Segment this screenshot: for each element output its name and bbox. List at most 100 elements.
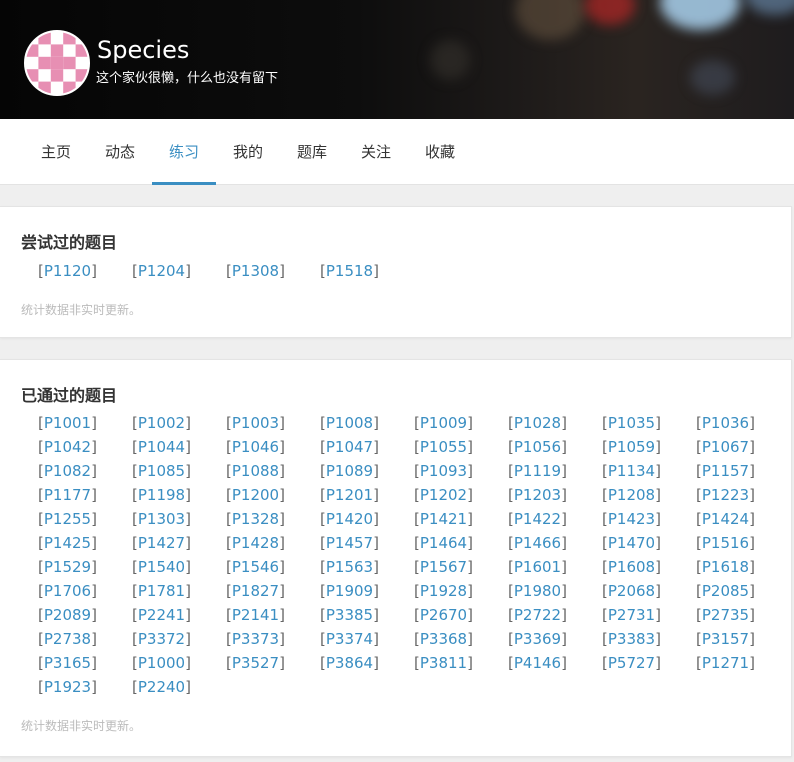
problem-id[interactable]: P1980	[514, 582, 561, 600]
problem-link[interactable]: [P1200]	[226, 483, 320, 507]
problem-link[interactable]: [P1271]	[696, 651, 790, 675]
problem-id[interactable]: P1082	[44, 462, 91, 480]
problem-link[interactable]: [P1608]	[602, 555, 696, 579]
tab-activity[interactable]: 动态	[88, 119, 152, 184]
problem-id[interactable]: P1085	[138, 462, 185, 480]
problem-id[interactable]: P1518	[326, 262, 373, 280]
problem-link[interactable]: [P1002]	[132, 411, 226, 435]
problem-id[interactable]: P1303	[138, 510, 185, 528]
problem-link[interactable]: [P2141]	[226, 603, 320, 627]
problem-id[interactable]: P1223	[702, 486, 749, 504]
problem-id[interactable]: P3383	[608, 630, 655, 648]
problem-id[interactable]: P3374	[326, 630, 373, 648]
problem-link[interactable]: [P1466]	[508, 531, 602, 555]
problem-id[interactable]: P1088	[232, 462, 279, 480]
problem-id[interactable]: P1035	[608, 414, 655, 432]
problem-link[interactable]: [P3383]	[602, 627, 696, 651]
problem-link[interactable]: [P1529]	[38, 555, 132, 579]
problem-id[interactable]: P4146	[514, 654, 561, 672]
problem-id[interactable]: P3385	[326, 606, 373, 624]
problem-id[interactable]: P1923	[44, 678, 91, 696]
problem-id[interactable]: P1909	[326, 582, 373, 600]
problem-id[interactable]: P1466	[514, 534, 561, 552]
problem-id[interactable]: P1001	[44, 414, 91, 432]
problem-id[interactable]: P1093	[420, 462, 467, 480]
problem-link[interactable]: [P3165]	[38, 651, 132, 675]
problem-link[interactable]: [P3374]	[320, 627, 414, 651]
problem-id[interactable]: P1618	[702, 558, 749, 576]
problem-link[interactable]: [P1177]	[38, 483, 132, 507]
problem-id[interactable]: P1119	[514, 462, 561, 480]
problem-link[interactable]: [P1223]	[696, 483, 790, 507]
problem-id[interactable]: P1000	[138, 654, 185, 672]
problem-id[interactable]: P1271	[702, 654, 749, 672]
problem-id[interactable]: P3864	[326, 654, 373, 672]
problem-link[interactable]: [P1255]	[38, 507, 132, 531]
problem-link[interactable]: [P1047]	[320, 435, 414, 459]
problem-id[interactable]: P3165	[44, 654, 91, 672]
problem-link[interactable]: [P3385]	[320, 603, 414, 627]
problem-link[interactable]: [P1422]	[508, 507, 602, 531]
problem-id[interactable]: P1457	[326, 534, 373, 552]
problem-link[interactable]: [P1563]	[320, 555, 414, 579]
problem-link[interactable]: [P1424]	[696, 507, 790, 531]
problem-id[interactable]: P1608	[608, 558, 655, 576]
problem-id[interactable]: P2738	[44, 630, 91, 648]
problem-link[interactable]: [P1909]	[320, 579, 414, 603]
problem-id[interactable]: P3369	[514, 630, 561, 648]
problem-id[interactable]: P1424	[702, 510, 749, 528]
problem-id[interactable]: P2670	[420, 606, 467, 624]
problem-link[interactable]: [P1001]	[38, 411, 132, 435]
problem-link[interactable]: [P1208]	[602, 483, 696, 507]
problem-link[interactable]: [P3368]	[414, 627, 508, 651]
problem-link[interactable]: [P3373]	[226, 627, 320, 651]
problem-link[interactable]: [P1009]	[414, 411, 508, 435]
problem-id[interactable]: P2068	[608, 582, 655, 600]
problem-link[interactable]: [P1055]	[414, 435, 508, 459]
problem-id[interactable]: P1067	[702, 438, 749, 456]
problem-id[interactable]: P1567	[420, 558, 467, 576]
problem-link[interactable]: [P3864]	[320, 651, 414, 675]
problem-link[interactable]: [P2089]	[38, 603, 132, 627]
problem-link[interactable]: [P1035]	[602, 411, 696, 435]
problem-id[interactable]: P1059	[608, 438, 655, 456]
problem-id[interactable]: P2735	[702, 606, 749, 624]
problem-id[interactable]: P1009	[420, 414, 467, 432]
problem-id[interactable]: P1425	[44, 534, 91, 552]
problem-id[interactable]: P1046	[232, 438, 279, 456]
problem-id[interactable]: P1200	[232, 486, 279, 504]
problem-id[interactable]: P3811	[420, 654, 467, 672]
problem-link[interactable]: [P3372]	[132, 627, 226, 651]
tab-practice[interactable]: 练习	[152, 119, 216, 185]
problem-id[interactable]: P1203	[514, 486, 561, 504]
problem-link[interactable]: [P1923]	[38, 675, 132, 699]
problem-link[interactable]: [P2068]	[602, 579, 696, 603]
problem-link[interactable]: [P1201]	[320, 483, 414, 507]
problem-link[interactable]: [P1567]	[414, 555, 508, 579]
problem-link[interactable]: [P1427]	[132, 531, 226, 555]
problem-link[interactable]: [P1928]	[414, 579, 508, 603]
problem-link[interactable]: [P1781]	[132, 579, 226, 603]
problem-id[interactable]: P1204	[138, 262, 185, 280]
problem-link[interactable]: [P3369]	[508, 627, 602, 651]
avatar[interactable]	[24, 30, 90, 96]
problem-id[interactable]: P1157	[702, 462, 749, 480]
problem-link[interactable]: [P1120]	[38, 259, 132, 283]
problem-id[interactable]: P1120	[44, 262, 91, 280]
problem-id[interactable]: P3157	[702, 630, 749, 648]
problem-link[interactable]: [P1328]	[226, 507, 320, 531]
problem-link[interactable]: [P2240]	[132, 675, 226, 699]
problem-id[interactable]: P2241	[138, 606, 185, 624]
problem-id[interactable]: P1201	[326, 486, 373, 504]
problem-id[interactable]: P1008	[326, 414, 373, 432]
problem-link[interactable]: [P1980]	[508, 579, 602, 603]
problem-id[interactable]: P1198	[138, 486, 185, 504]
problem-link[interactable]: [P1056]	[508, 435, 602, 459]
problem-id[interactable]: P1470	[608, 534, 655, 552]
problem-id[interactable]: P1706	[44, 582, 91, 600]
problem-id[interactable]: P1546	[232, 558, 279, 576]
problem-link[interactable]: [P1044]	[132, 435, 226, 459]
problem-link[interactable]: [P1036]	[696, 411, 790, 435]
problem-link[interactable]: [P1085]	[132, 459, 226, 483]
problem-id[interactable]: P1044	[138, 438, 185, 456]
